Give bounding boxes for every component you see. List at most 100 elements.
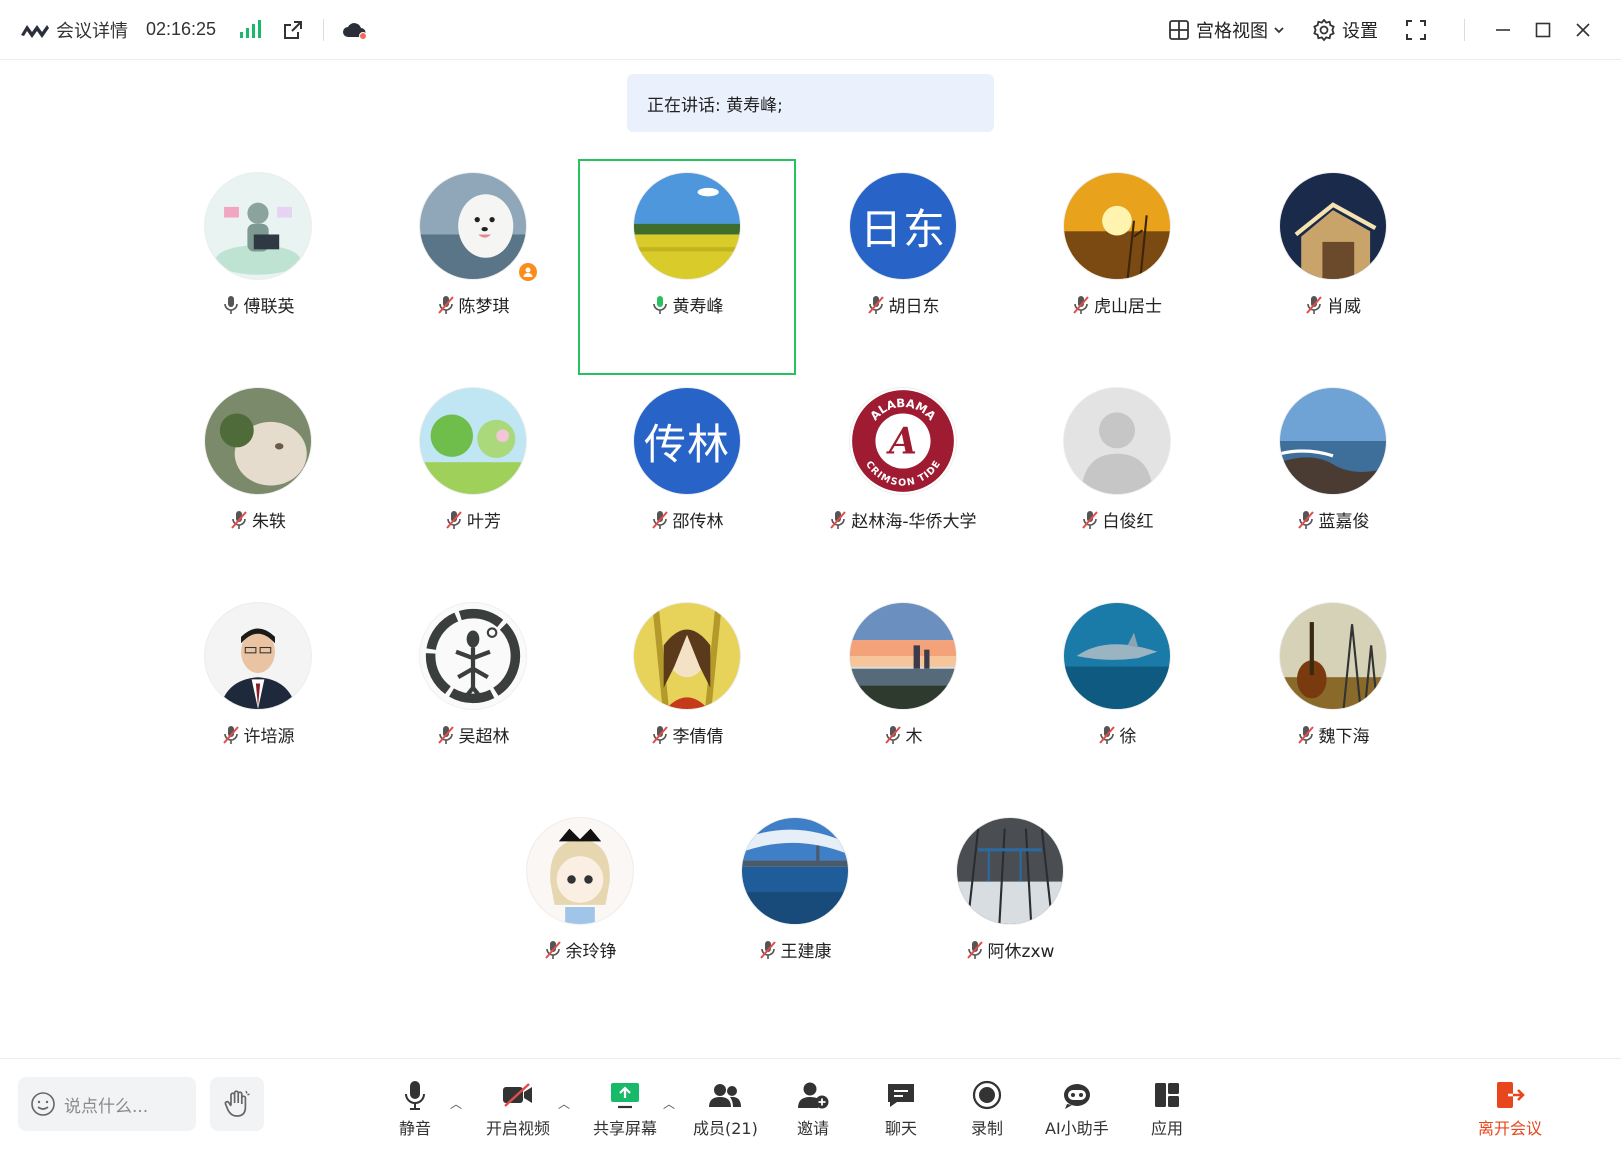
chat-button[interactable]: 聊天: [884, 1079, 918, 1139]
window-controls-divider: [1464, 18, 1465, 41]
participant-tile[interactable]: 肖威: [1224, 159, 1442, 375]
participant-tile[interactable]: 阿休zxw: [901, 804, 1119, 1020]
participant-name: 许培源: [243, 727, 295, 747]
participant-name: 蓝嘉俊: [1318, 512, 1370, 532]
quick-chat-input[interactable]: 说点什么...: [18, 1077, 196, 1131]
participant-avatar: [205, 603, 311, 709]
participant-tile[interactable]: 王建康: [686, 804, 904, 1020]
participant-name: 阿休zxw: [987, 942, 1055, 962]
participant-tile[interactable]: 朱轶: [149, 374, 367, 590]
fullscreen-icon[interactable]: [1404, 18, 1428, 42]
participant-name: 木: [905, 727, 923, 747]
participant-tile[interactable]: 蓝嘉俊: [1224, 374, 1442, 590]
participant-avatar: [1280, 388, 1386, 494]
network-signal-icon[interactable]: [240, 19, 262, 38]
participant-name-row: 余玲铮: [471, 937, 689, 962]
emoji-icon[interactable]: [30, 1091, 56, 1117]
chat-placeholder: 说点什么...: [64, 1096, 149, 1117]
participant-tile[interactable]: 傅联英: [149, 159, 367, 375]
camera-off-icon: [501, 1079, 535, 1111]
participant-name: 傅联英: [243, 297, 295, 317]
participant-tile[interactable]: 吴超林: [364, 589, 582, 805]
participant-tile[interactable]: 许培源: [149, 589, 367, 805]
participant-avatar-text: 传林: [634, 388, 740, 494]
mic-muted-icon: [830, 510, 847, 529]
raise-hand-icon: [224, 1090, 250, 1117]
meeting-info-button[interactable]: 会议详情: [56, 17, 128, 43]
settings-button[interactable]: 设置: [1312, 17, 1378, 43]
participant-tile-active-speaker[interactable]: 黄寿峰: [578, 159, 796, 375]
participant-tile[interactable]: 魏下海: [1224, 589, 1442, 805]
apps-label: 应用: [1150, 1119, 1183, 1138]
participant-name-row: 虎山居士: [1008, 292, 1226, 317]
participant-avatar: [527, 818, 633, 924]
minimize-icon[interactable]: [1483, 10, 1523, 50]
record-button[interactable]: 录制: [970, 1079, 1004, 1139]
participant-avatar: [957, 818, 1063, 924]
members-icon: [708, 1079, 742, 1111]
ai-assistant-button[interactable]: AI小助手: [1045, 1079, 1109, 1139]
chevron-up-icon[interactable]: ︿: [450, 1095, 462, 1112]
participant-name: 虎山居士: [1094, 297, 1162, 317]
participant-tile[interactable]: 徐: [1008, 589, 1226, 805]
share-screen-button[interactable]: 共享屏幕: [593, 1079, 657, 1139]
gallery-view-button[interactable]: 宫格视图: [1168, 17, 1286, 43]
invite-label: 邀请: [796, 1119, 829, 1138]
participant-name: 朱轶: [252, 512, 286, 532]
active-speaker-banner: 正在讲话: 黄寿峰;: [627, 74, 994, 132]
participant-avatar: [205, 388, 311, 494]
participant-avatar: [420, 173, 526, 279]
chat-bubble-icon: [884, 1079, 918, 1111]
share-link-icon[interactable]: [281, 18, 305, 42]
participant-avatar: [742, 818, 848, 924]
invite-button[interactable]: 邀请: [796, 1079, 830, 1139]
members-button[interactable]: 成员(21): [693, 1079, 758, 1139]
mic-muted-icon: [759, 940, 776, 959]
participant-name-row: 徐: [1008, 722, 1226, 747]
mic-muted-icon: [1073, 295, 1089, 314]
participant-avatar-text: 日东: [850, 173, 956, 279]
chevron-up-icon[interactable]: ︿: [558, 1095, 570, 1112]
participant-name-row: 吴超林: [364, 722, 582, 747]
participant-tile[interactable]: 虎山居士: [1008, 159, 1226, 375]
participant-tile[interactable]: 余玲铮: [471, 804, 689, 1020]
active-speaker-text: 正在讲话: 黄寿峰;: [647, 95, 783, 116]
chevron-up-icon[interactable]: ︿: [663, 1095, 675, 1112]
leave-meeting-button[interactable]: 离开会议: [1478, 1079, 1542, 1139]
participant-tile[interactable]: 木: [794, 589, 1012, 805]
mute-label: 静音: [398, 1119, 431, 1138]
participant-name-row: 木: [794, 722, 1012, 747]
close-icon[interactable]: [1563, 10, 1603, 50]
apps-button[interactable]: 应用: [1150, 1079, 1184, 1139]
participant-name: 李倩倩: [672, 727, 724, 747]
cloud-record-icon[interactable]: [342, 18, 368, 42]
participant-name: 王建康: [780, 942, 832, 962]
maximize-icon[interactable]: [1523, 10, 1563, 50]
title-bar-right: 宫格视图 设置: [1168, 0, 1621, 59]
participant-avatar: [1064, 173, 1170, 279]
participant-tile[interactable]: 传林 邵传林: [578, 374, 796, 590]
participant-name-row: 黄寿峰: [578, 292, 796, 317]
participant-tile[interactable]: 日东 胡日东: [794, 159, 1012, 375]
participant-name-row: 陈梦琪: [364, 292, 582, 317]
start-video-button[interactable]: 开启视频: [486, 1079, 550, 1139]
mic-muted-icon: [651, 725, 668, 744]
mic-on-icon: [223, 295, 238, 314]
alabama-logo: ALABAMA CRIMSON TIDE A: [852, 390, 954, 492]
default-avatar-icon: [1064, 388, 1170, 494]
participant-name: 邵传林: [672, 512, 724, 532]
title-bar-left: 会议详情 02:16:25: [0, 0, 368, 59]
participant-tile[interactable]: ALABAMA CRIMSON TIDE A 赵林海-华侨大学: [794, 374, 1012, 590]
participant-avatar: [1064, 603, 1170, 709]
participant-tile[interactable]: 白俊红: [1008, 374, 1226, 590]
title-divider: [323, 18, 325, 41]
participant-tile[interactable]: 李倩倩: [578, 589, 796, 805]
participant-tile[interactable]: 陈梦琪: [364, 159, 582, 375]
raise-hand-button[interactable]: [210, 1077, 264, 1131]
participant-name: 肖威: [1327, 297, 1361, 317]
participant-tile[interactable]: 叶芳: [364, 374, 582, 590]
mute-button[interactable]: 静音: [398, 1079, 432, 1139]
mic-muted-icon: [966, 940, 983, 959]
mic-muted-icon: [1098, 725, 1115, 744]
mic-muted-icon: [1081, 510, 1098, 529]
